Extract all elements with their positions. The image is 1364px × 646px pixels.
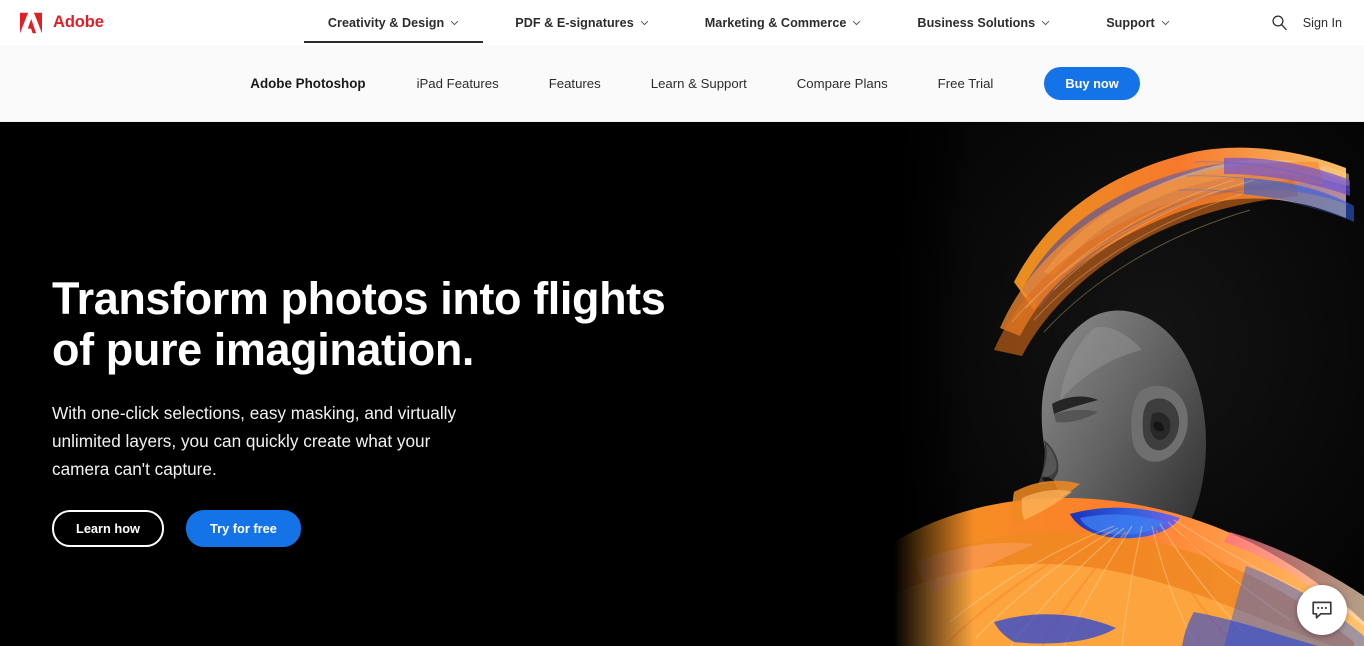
nav-item-label: Business Solutions bbox=[917, 15, 1036, 30]
hero-copy-block: Transform photos into flights of pure im… bbox=[52, 273, 672, 548]
nav-utility-group: Sign In bbox=[1269, 12, 1342, 34]
buy-now-button[interactable]: Buy now bbox=[1044, 66, 1140, 100]
primary-nav-links: Creativity & Design PDF & E-signatures M… bbox=[300, 0, 1198, 45]
product-title-adobe-photoshop[interactable]: Adobe Photoshop bbox=[224, 76, 391, 91]
nav-item-label: PDF & E-signatures bbox=[515, 15, 634, 30]
learn-how-button[interactable]: Learn how bbox=[52, 510, 164, 548]
search-icon bbox=[1272, 15, 1288, 31]
nav-item-label: Support bbox=[1106, 15, 1155, 30]
product-nav-compare-plans[interactable]: Compare Plans bbox=[772, 76, 913, 91]
nav-item-marketing-commerce[interactable]: Marketing & Commerce bbox=[677, 0, 890, 45]
try-for-free-button[interactable]: Try for free bbox=[186, 510, 301, 548]
hero-headline: Transform photos into flights of pure im… bbox=[52, 273, 666, 375]
global-navigation-bar: Adobe Creativity & Design PDF & E-signat… bbox=[0, 0, 1364, 45]
product-nav-features[interactable]: Features bbox=[524, 76, 626, 91]
chevron-down-icon bbox=[1041, 20, 1050, 25]
nav-item-business-solutions[interactable]: Business Solutions bbox=[889, 0, 1078, 45]
chevron-down-icon bbox=[1161, 20, 1170, 25]
chevron-down-icon bbox=[451, 20, 459, 25]
search-button[interactable] bbox=[1269, 12, 1291, 34]
product-nav-ipad-features[interactable]: iPad Features bbox=[392, 76, 524, 91]
adobe-logo-link[interactable]: Adobe bbox=[18, 0, 104, 45]
hero-section: Transform photos into flights of pure im… bbox=[0, 122, 1364, 646]
hero-artwork bbox=[894, 122, 1364, 646]
nav-item-label: Marketing & Commerce bbox=[704, 15, 847, 30]
nav-item-label: Creativity & Design bbox=[327, 15, 445, 30]
adobe-wordmark: Adobe bbox=[53, 13, 104, 32]
product-nav-free-trial[interactable]: Free Trial bbox=[913, 76, 1019, 91]
nav-item-pdf-esignatures[interactable]: PDF & E-signatures bbox=[487, 0, 676, 45]
hero-subheadline: With one-click selections, easy masking,… bbox=[52, 402, 457, 480]
nav-item-support[interactable]: Support bbox=[1078, 0, 1198, 45]
product-navigation-bar: Adobe Photoshop iPad Features Features L… bbox=[0, 45, 1364, 122]
chevron-down-icon bbox=[640, 20, 649, 25]
sign-in-link[interactable]: Sign In bbox=[1303, 16, 1342, 30]
product-nav-learn-support[interactable]: Learn & Support bbox=[626, 76, 772, 91]
adobe-a-mark-icon bbox=[20, 12, 42, 33]
nav-item-creativity-design[interactable]: Creativity & Design bbox=[300, 0, 487, 45]
hero-cta-group: Learn how Try for free bbox=[52, 510, 672, 548]
chevron-down-icon bbox=[853, 20, 861, 25]
chat-widget-button[interactable] bbox=[1297, 585, 1347, 635]
chat-bubble-icon bbox=[1312, 601, 1332, 619]
feather-portrait-illustration bbox=[894, 122, 1364, 646]
